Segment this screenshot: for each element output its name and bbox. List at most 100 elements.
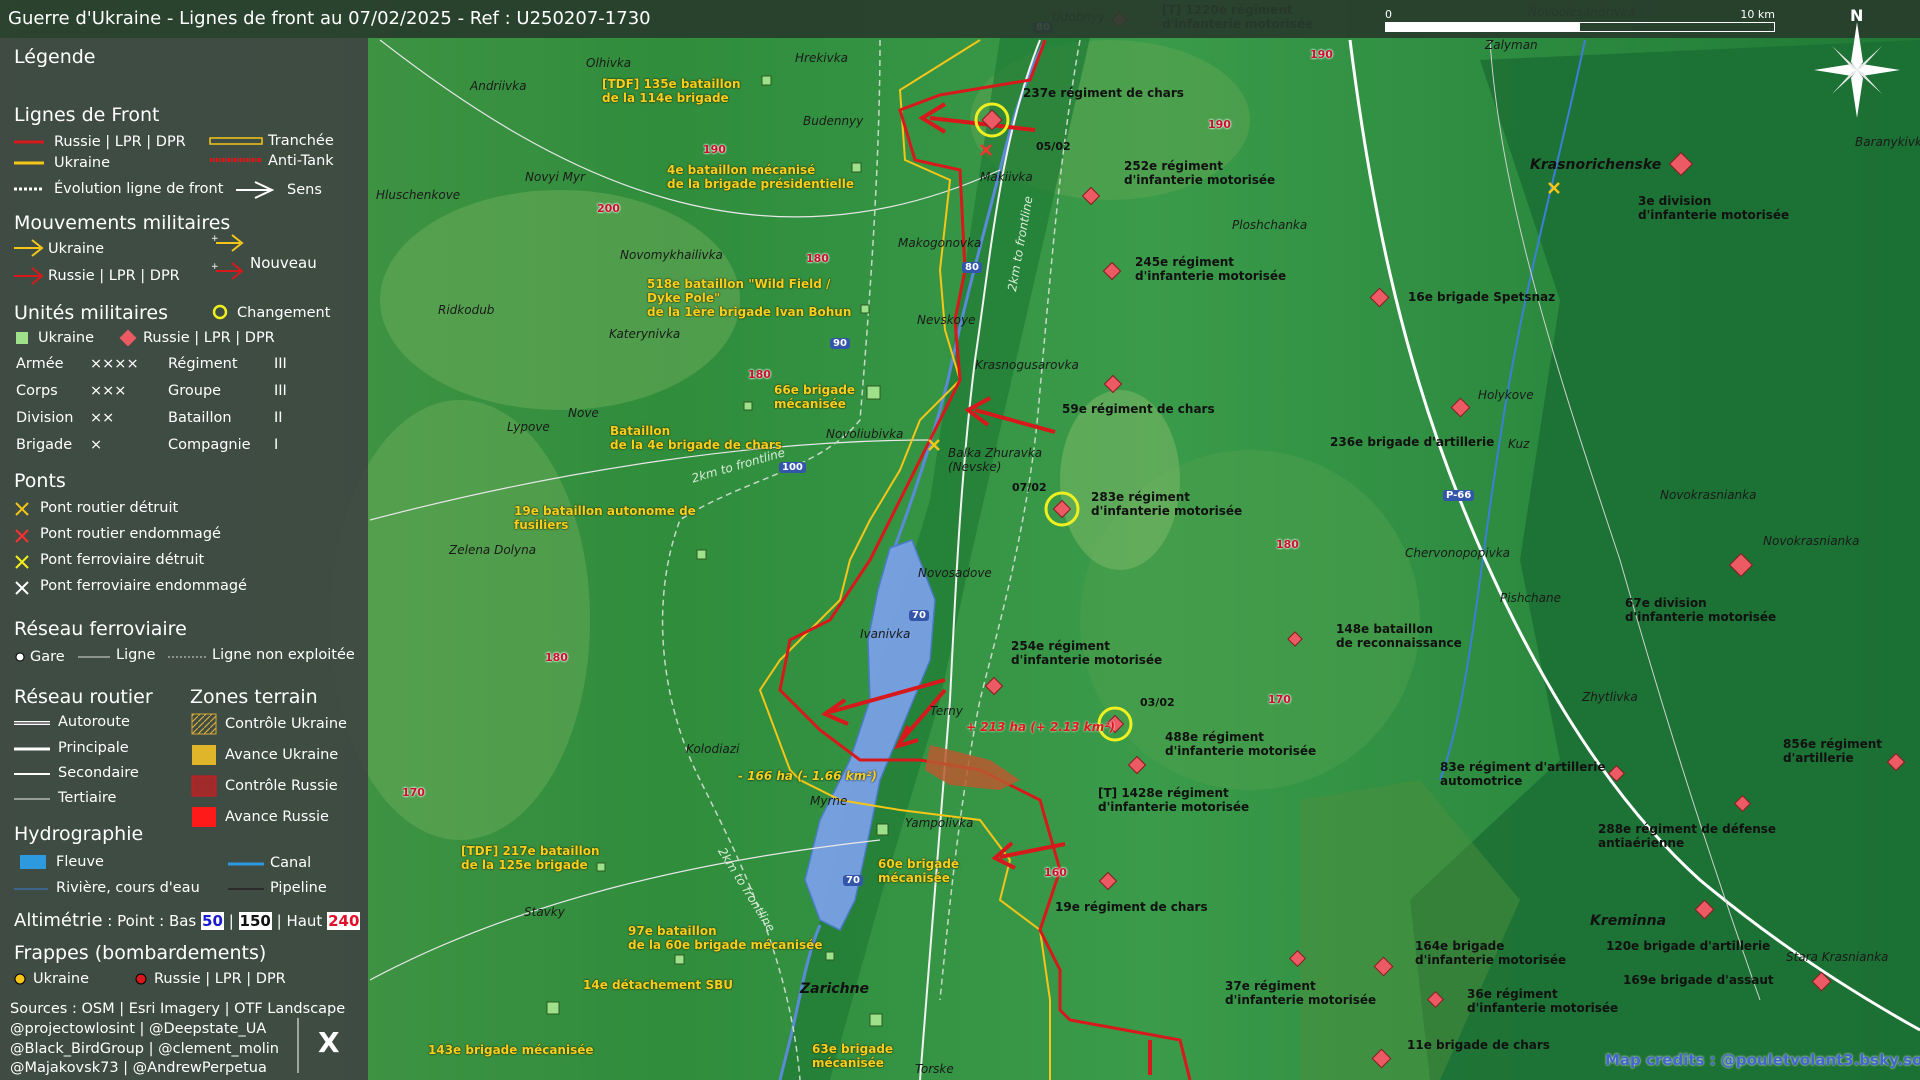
legend-panel: + + Légende Lignes de Front Russie | LPR… <box>0 38 368 1080</box>
date-label: 07/02 <box>1012 481 1047 494</box>
legend-movements-new: Nouveau <box>250 254 317 272</box>
town-label: Novomykhailivka <box>620 248 723 262</box>
date-label: 05/02 <box>1036 140 1071 153</box>
russia-unit-label: 36e régiment d'infanterie motorisée <box>1467 987 1619 1015</box>
legend-altimetry: Altimétrie : Point : Bas 50 | 150 | Haut… <box>14 910 361 931</box>
echelon-name: Corps <box>16 383 58 399</box>
area-change-label: + 213 ha (+ 2.13 km²) <box>966 720 1116 734</box>
russia-unit-label: 37e régiment d'infanterie motorisée <box>1225 979 1377 1007</box>
legend-road-tertiary: Tertiaire <box>58 790 117 806</box>
russia-unit-label: 83e régiment d'artillerie automotrice <box>1440 760 1606 788</box>
russia-unit-label: 236e brigade d'artillerie <box>1330 435 1495 449</box>
altitude-label: 180 <box>545 651 568 664</box>
russia-unit-label: 237e régiment de chars <box>1023 86 1184 100</box>
legend-hydro-pipeline: Pipeline <box>270 880 327 896</box>
area-change-label: - 166 ha (- 1.66 km²) <box>738 769 877 783</box>
russia-unit-label: 252e régiment d'infanterie motorisée <box>1124 159 1276 187</box>
russia-unit-label: 120e brigade d'artillerie <box>1606 939 1771 953</box>
legend-front-direction: Sens <box>287 182 322 198</box>
russia-unit-label: 245e régiment d'infanterie motorisée <box>1135 255 1287 283</box>
echelon-symbol-2: II <box>274 410 283 426</box>
legend-road-main: Principale <box>58 740 129 756</box>
echelon-name-2: Bataillon <box>168 410 232 426</box>
legend-rail-unused: Ligne non exploitée <box>212 647 355 663</box>
town-label: Kolodiazi <box>686 742 740 756</box>
town-label: Ridkodub <box>438 303 495 317</box>
road-number-label: 100 <box>779 462 806 473</box>
svg-text:+: + <box>211 234 219 244</box>
legend-zone-ukraine-control: Contrôle Ukraine <box>225 716 347 732</box>
russia-unit-label: 254e régiment d'infanterie motorisée <box>1011 639 1163 667</box>
ukraine-unit-label: 143e brigade mécanisée <box>428 1043 594 1057</box>
ukraine-unit-label: 19e bataillon autonome de fusiliers <box>514 504 696 532</box>
town-label: Ivanivka <box>860 627 911 641</box>
legend-road-secondary: Secondaire <box>58 765 139 781</box>
town-label: Makiivka <box>980 170 1033 184</box>
town-label: Pishchane <box>1500 591 1561 605</box>
russia-unit-label: [T] 1428e régiment d'infanterie motorisé… <box>1098 786 1250 814</box>
legend-hydro-canal: Canal <box>270 855 312 871</box>
map-credits: Map credits : @pouletvolant3.bsky.social <box>1605 1051 1920 1069</box>
ukraine-unit-label: [TDF] 135e bataillon de la 114e brigade <box>602 77 741 105</box>
altimetry-sep1: | <box>228 912 234 930</box>
altitude-label: 160 <box>1044 866 1067 879</box>
town-label: Hluschenkove <box>376 188 461 202</box>
town-label: Chervonopopivka <box>1405 546 1511 560</box>
legend-source-4: @Majakovsk73 | @AndrewPerpetua <box>10 1060 267 1076</box>
road-number-label: 70 <box>909 610 929 621</box>
altimetry-low: 50 <box>201 912 224 930</box>
russia-unit-label: 856e régiment d'artillerie <box>1783 737 1883 765</box>
town-label: Holykove <box>1478 388 1534 402</box>
altitude-label: 200 <box>597 202 620 215</box>
echelon-name: Division <box>16 410 74 426</box>
altitude-label: 180 <box>806 252 829 265</box>
echelon-symbol-2: III <box>274 356 287 372</box>
town-label: Novosadove <box>918 566 992 580</box>
x-logo-icon[interactable]: X <box>318 1026 340 1059</box>
altitude-label: 170 <box>1268 693 1291 706</box>
legend-rail-heading: Réseau ferroviaire <box>14 618 187 640</box>
ukraine-unit-label: 518e bataillon "Wild Field / Dyke Pole" … <box>647 277 852 319</box>
legend-title: Légende <box>14 46 96 68</box>
town-label: Lypove <box>507 420 550 434</box>
town-label: Andriivka <box>470 79 527 93</box>
legend-bridge-road-destroyed: Pont routier détruit <box>40 500 179 516</box>
town-label: Zalyman <box>1485 38 1538 52</box>
legend-units-ukraine: Ukraine <box>38 330 94 346</box>
legend-units-heading: Unités militaires <box>14 302 169 324</box>
altitude-label: 180 <box>748 368 771 381</box>
town-label: Novokrasnianka <box>1660 488 1757 502</box>
russia-unit-label: 148e bataillon de reconnaissance <box>1336 622 1462 650</box>
legend-strikes-heading: Frappes (bombardements) <box>14 942 267 964</box>
legend-front-trench: Tranchée <box>268 133 334 149</box>
russia-unit-label: 11e brigade de chars <box>1407 1038 1550 1052</box>
legend-zone-russia-control: Contrôle Russie <box>225 778 338 794</box>
legend-hydro-river: Fleuve <box>56 854 104 870</box>
road-number-label: 70 <box>843 875 863 886</box>
road-number-label: P-66 <box>1443 490 1475 501</box>
town-label: Myrne <box>810 794 848 808</box>
altitude-label: 170 <box>402 786 425 799</box>
north-arrow: N <box>1812 6 1902 118</box>
echelon-symbol: ×××× <box>90 356 139 372</box>
legend-strikes-russia: Russie | LPR | DPR <box>154 971 286 987</box>
ridge <box>1060 390 1180 570</box>
legend-front-ukraine: Ukraine <box>54 155 110 171</box>
echelon-name: Armée <box>16 356 64 372</box>
altitude-label: 190 <box>1310 48 1333 61</box>
town-label: Stavky <box>524 905 565 919</box>
road-number-label: 80 <box>962 262 982 273</box>
legend-strikes-ukraine: Ukraine <box>33 971 89 987</box>
russia-unit-label: 488e régiment d'infanterie motorisée <box>1165 730 1317 758</box>
ukraine-unit-label: 97e bataillon de la 60e brigade mécanisé… <box>628 924 823 952</box>
altimetry-point: : Point : Bas <box>107 912 197 930</box>
town-label: Makogonovka <box>898 236 982 250</box>
town-label: Zelena Dolyna <box>449 543 537 557</box>
echelon-name-2: Groupe <box>168 383 222 399</box>
legend-units-russia: Russie | LPR | DPR <box>143 330 275 346</box>
legend-bridge-rail-destroyed: Pont ferroviaire détruit <box>40 552 205 568</box>
road-number-label: 90 <box>830 338 850 349</box>
ukraine-unit-label: 14e détachement SBU <box>583 978 734 992</box>
town-label: Zhytlivka <box>1582 690 1638 704</box>
legend-hydro-stream: Rivière, cours d'eau <box>56 880 200 896</box>
